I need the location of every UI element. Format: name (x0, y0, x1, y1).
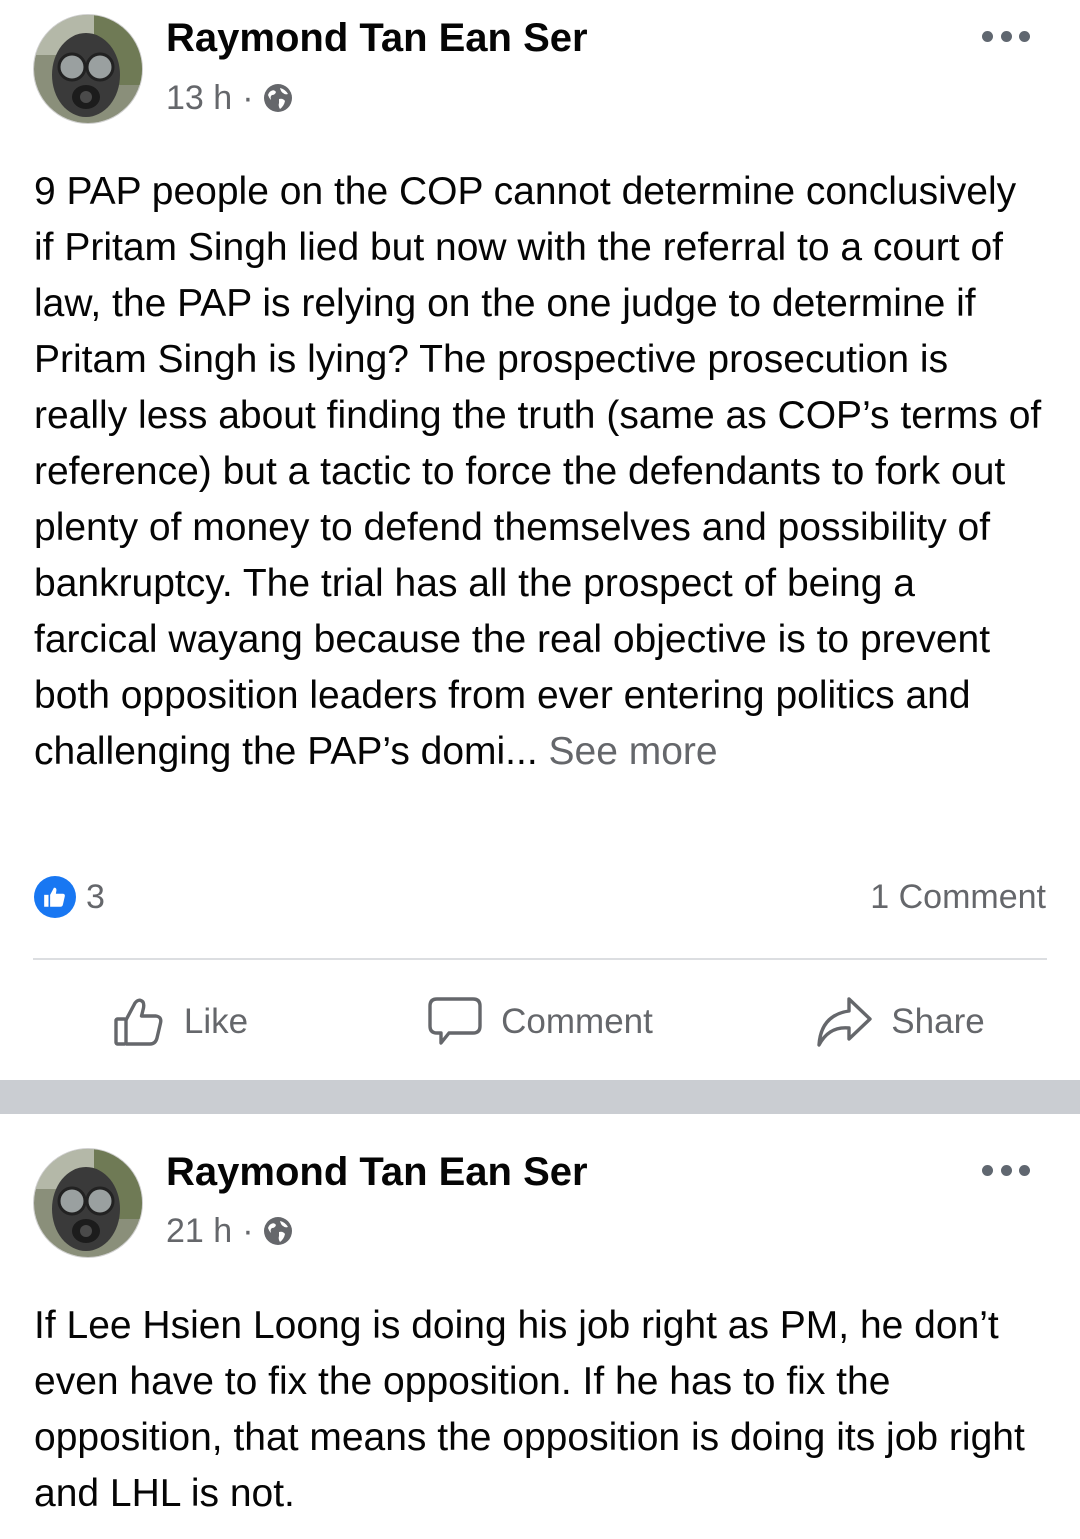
more-options-button[interactable] (982, 24, 1030, 48)
dot-icon (1000, 1164, 1012, 1176)
post-stats: 3 1 Comment (34, 872, 1046, 922)
share-icon (817, 997, 872, 1047)
post-time[interactable]: 21 h (166, 1212, 232, 1251)
thumbs-up-icon (114, 998, 163, 1046)
more-options-button[interactable] (982, 1158, 1030, 1182)
meta-separator: · (242, 1211, 254, 1250)
author-name[interactable]: Raymond Tan Ean Ser (166, 16, 588, 61)
comment-icon (428, 997, 482, 1045)
post-text-content: 9 PAP people on the COP cannot determine… (34, 170, 1042, 773)
comment-count[interactable]: 1 Comment (870, 878, 1046, 917)
reactions-summary[interactable]: 3 (34, 876, 105, 918)
see-more-link[interactable]: See more (549, 730, 718, 773)
comment-button[interactable]: Comment (360, 995, 720, 1049)
globe-icon (263, 84, 292, 112)
post-time[interactable]: 13 h (166, 79, 232, 118)
like-reaction-icon (34, 876, 76, 918)
dot-icon (982, 30, 993, 42)
action-bar: Like Comment Share (0, 986, 1080, 1058)
divider (33, 958, 1047, 960)
author-avatar[interactable] (33, 14, 143, 124)
author-avatar[interactable] (33, 1148, 143, 1258)
dot-icon (1019, 30, 1030, 42)
post-text: 9 PAP people on the COP cannot determine… (34, 164, 1044, 780)
post-meta: 21 h · (166, 1211, 294, 1251)
like-label: Like (183, 1002, 249, 1041)
dot-icon (1000, 30, 1012, 42)
feed-post: Raymond Tan Ean Ser 21 h · If Lee Hsien … (0, 1114, 1080, 1539)
share-label: Share (891, 1002, 985, 1041)
meta-separator: · (242, 78, 254, 117)
author-name[interactable]: Raymond Tan Ean Ser (166, 1150, 588, 1195)
like-count: 3 (86, 877, 105, 916)
feed-separator (0, 1080, 1080, 1114)
post-text-content: If Lee Hsien Loong is doing his job righ… (34, 1304, 1025, 1515)
dot-icon (1019, 1164, 1030, 1176)
share-button[interactable]: Share (720, 995, 1080, 1049)
comment-label: Comment (501, 1002, 653, 1041)
like-button[interactable]: Like (0, 995, 360, 1049)
post-meta: 13 h · (166, 78, 294, 118)
post-text: If Lee Hsien Loong is doing his job righ… (34, 1298, 1044, 1522)
feed-post: Raymond Tan Ean Ser 13 h · 9 PAP people … (0, 0, 1080, 1080)
dot-icon (982, 1164, 993, 1176)
globe-icon (263, 1217, 292, 1245)
